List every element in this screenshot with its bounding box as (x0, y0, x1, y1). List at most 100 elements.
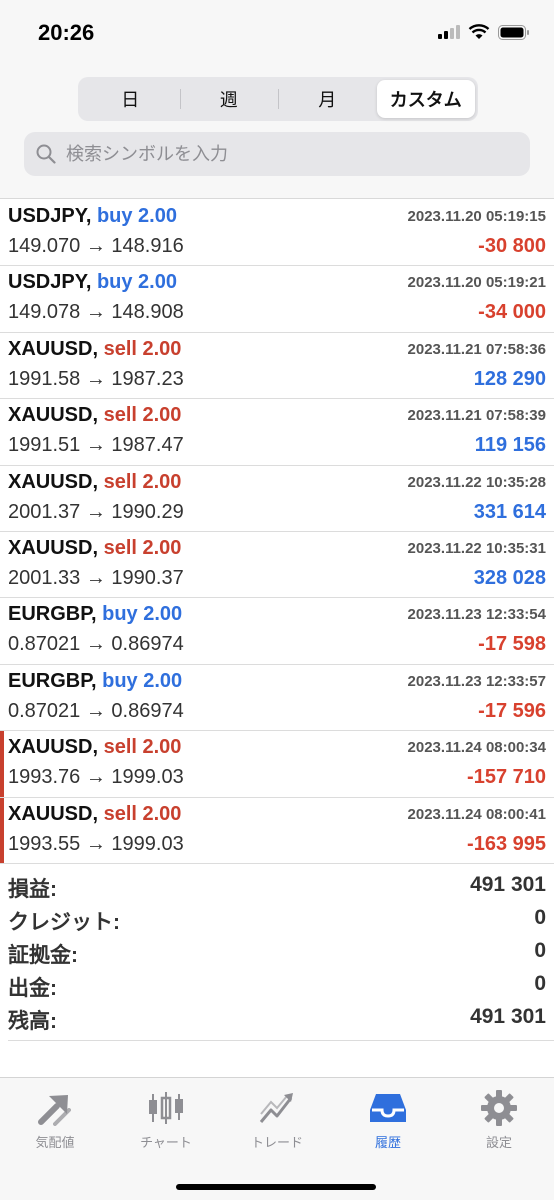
trade-symbol: EURGBP, (8, 669, 97, 692)
status-time: 20:26 (38, 20, 95, 45)
search-input[interactable] (64, 142, 504, 166)
status-bar: 20:26 (0, 0, 554, 66)
trade-row[interactable]: XAUUSD, sell 2.00 2023.11.24 08:00:34 19… (0, 731, 554, 798)
trade-symbol: XAUUSD, (8, 736, 99, 759)
trade-row[interactable]: USDJPY, buy 2.00 2023.11.20 05:19:21 149… (0, 266, 554, 333)
trade-profit: 331 614 (473, 500, 546, 523)
trade-symbol: XAUUSD, (8, 470, 99, 493)
tab-chart[interactable]: チャート (116, 1086, 216, 1151)
trade-side: sell 2.00 (103, 404, 182, 427)
segment-week[interactable]: 週 (179, 80, 279, 118)
trade-date: 2023.11.20 05:19:15 (407, 208, 546, 225)
history-tray-icon (370, 1094, 406, 1122)
summary-value: 491 301 (470, 1005, 546, 1028)
trade-symbol: XAUUSD, (8, 404, 99, 427)
trade-date: 2023.11.20 05:19:21 (407, 274, 546, 292)
trade-side: sell 2.00 (103, 337, 182, 360)
trade-prices: 149.070 → 148.916 (8, 235, 184, 257)
summary-withdrawal-row: 出金: 0 (0, 969, 554, 1002)
period-segmented-control: 日 週 月 カスタム (78, 77, 478, 121)
trade-date: 2023.11.22 10:35:28 (407, 473, 546, 491)
tab-history[interactable]: 履歴 (338, 1086, 438, 1151)
home-indicator (176, 1184, 376, 1190)
trade-list: USDJPY, buy 2.00 2023.11.20 05:19:15 149… (0, 200, 554, 864)
trade-date: 2023.11.23 12:33:54 (407, 606, 546, 624)
trade-date: 2023.11.24 08:00:41 (407, 805, 546, 823)
signal-icon (438, 25, 460, 39)
tab-label: 気配値 (35, 1135, 75, 1150)
trade-row[interactable]: XAUUSD, sell 2.00 2023.11.24 08:00:41 19… (0, 797, 554, 864)
trade-prices: 149.078 → 148.908 (8, 301, 184, 324)
summary-value: 491 301 (470, 873, 546, 896)
tab-label: 設定 (485, 1135, 512, 1150)
summary-label: 証拠金: (8, 944, 78, 967)
segment-custom[interactable]: カスタム (376, 80, 475, 118)
trade-profit: -157 710 (467, 766, 546, 789)
summary-label: クレジット: (8, 911, 120, 934)
trade-symbol: USDJPY, (8, 205, 92, 227)
trade-side: buy 2.00 (96, 205, 177, 227)
trade-symbol: XAUUSD, (8, 337, 99, 360)
segment-month[interactable]: 月 (278, 80, 377, 118)
trade-row[interactable]: XAUUSD, sell 2.00 2023.11.22 10:35:31 20… (0, 532, 554, 599)
search-icon (36, 144, 56, 164)
trade-row[interactable]: XAUUSD, sell 2.00 2023.11.21 07:58:39 19… (0, 399, 554, 466)
trade-prices: 1991.51 → 1987.47 (8, 434, 184, 457)
tab-bar: 気配値 チャート トレード 履歴 設定 (0, 1077, 554, 1200)
trade-side: sell 2.00 (103, 536, 182, 559)
status-icons (438, 24, 530, 40)
summary-value: 0 (534, 906, 546, 929)
tab-trade[interactable]: トレード (227, 1086, 327, 1151)
candlestick-chart-icon (149, 1092, 183, 1124)
battery-icon (498, 24, 529, 40)
gear-icon (481, 1090, 517, 1126)
trade-date: 2023.11.23 12:33:57 (407, 672, 546, 690)
history-header: 日 週 月 カスタム (0, 66, 554, 199)
tab-quotes[interactable]: 気配値 (5, 1086, 105, 1151)
trade-row[interactable]: EURGBP, buy 2.00 2023.11.23 12:33:57 0.8… (0, 665, 554, 732)
trade-side: sell 2.00 (103, 736, 182, 759)
trade-symbol: XAUUSD, (8, 536, 99, 559)
trade-profit: 328 028 (473, 566, 546, 589)
summary-label: 出金: (8, 977, 57, 1000)
trade-prices: 1993.76 → 1999.03 (8, 766, 184, 789)
summary-deposit-row: 証拠金: 0 (0, 936, 554, 969)
account-summary: 損益: 491 301 クレジット: 0 証拠金: 0 出金: 0 残高: 49… (0, 870, 554, 1035)
trade-row[interactable]: USDJPY, buy 2.00 2023.11.20 05:19:15 149… (0, 200, 554, 267)
trade-side: buy 2.00 (96, 271, 177, 294)
tab-settings[interactable]: 設定 (449, 1086, 549, 1151)
trade-profit: -17 596 (478, 699, 546, 722)
trade-prices: 1991.58 → 1987.23 (8, 367, 184, 390)
summary-balance-row: 残高: 491 301 (0, 1002, 554, 1035)
trade-profit: -163 995 (467, 832, 546, 855)
trade-prices: 2001.33 → 1990.37 (8, 566, 184, 589)
trade-profit: 128 290 (473, 367, 546, 390)
trade-profit: 119 156 (474, 434, 546, 457)
tab-label: チャート (140, 1135, 192, 1150)
trade-date: 2023.11.24 08:00:34 (407, 739, 546, 757)
trade-row[interactable]: XAUUSD, sell 2.00 2023.11.22 10:35:28 20… (0, 466, 554, 532)
trade-side: buy 2.00 (102, 669, 183, 692)
tab-label: 履歴 (374, 1135, 401, 1150)
trade-symbol: USDJPY, (8, 271, 92, 294)
summary-value: 0 (534, 939, 546, 962)
trade-symbol: EURGBP, (8, 603, 97, 626)
trade-side: sell 2.00 (103, 470, 182, 493)
trade-prices: 0.87021 → 0.86974 (8, 699, 184, 722)
trade-profit: -17 598 (478, 633, 546, 656)
trade-profit: -30 800 (478, 235, 546, 257)
trade-row[interactable]: XAUUSD, sell 2.00 2023.11.21 07:58:36 19… (0, 333, 554, 400)
summary-label: 損益: (8, 878, 57, 901)
trade-side: buy 2.00 (102, 603, 183, 626)
trade-date: 2023.11.21 07:58:39 (407, 407, 546, 425)
trade-chart-icon (259, 1093, 293, 1123)
wifi-icon (468, 24, 490, 39)
trade-prices: 1993.55 → 1999.03 (8, 832, 184, 855)
trade-row[interactable]: EURGBP, buy 2.00 2023.11.23 12:33:54 0.8… (0, 598, 554, 665)
segment-day[interactable]: 日 (81, 80, 180, 118)
trade-prices: 2001.37 → 1990.29 (8, 500, 184, 523)
summary-label: 残高: (8, 1010, 57, 1033)
summary-credit-row: クレジット: 0 (0, 903, 554, 936)
tab-label: トレード (250, 1135, 303, 1150)
trade-date: 2023.11.21 07:58:36 (407, 340, 546, 358)
